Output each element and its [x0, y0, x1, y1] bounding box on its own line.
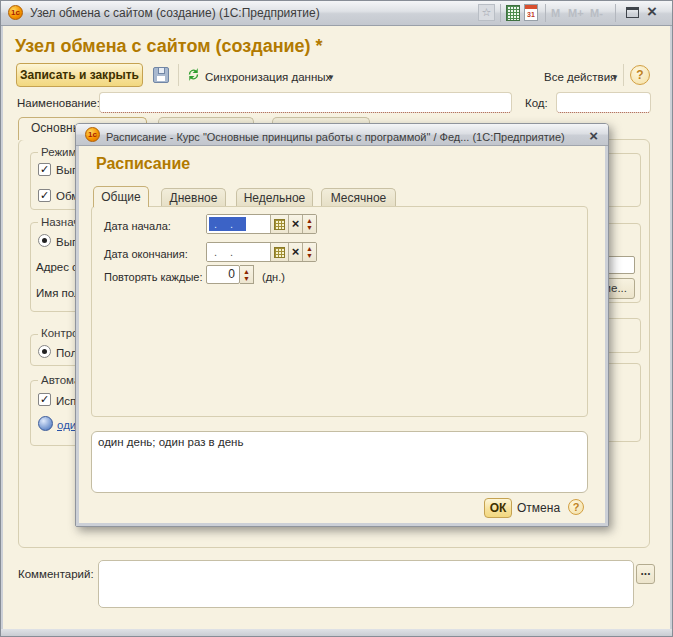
- schedule-hint-box[interactable]: один день; один раз в день: [91, 431, 588, 493]
- schedule-dialog: 1c Расписание - Курс "Основные принципы …: [75, 123, 609, 527]
- schedule-globe-icon: [38, 416, 53, 431]
- radio-full[interactable]: [38, 345, 51, 358]
- sync-icon: [186, 67, 201, 82]
- app-icon: 1c: [8, 5, 23, 20]
- end-date-field: . . × ▲▼: [206, 242, 317, 262]
- memory-plus-button[interactable]: M+: [568, 6, 584, 20]
- favorites-icon[interactable]: ☆: [478, 4, 495, 21]
- spin-down-icon: ▼: [306, 252, 313, 259]
- comment-more-button[interactable]: ...: [636, 564, 655, 584]
- cancel-button[interactable]: Отмена: [517, 501, 560, 515]
- schedule-hint-text: один день; один раз в день: [98, 436, 243, 448]
- dialog-heading: Расписание: [96, 155, 190, 173]
- start-date-spinner[interactable]: ▲▼: [302, 215, 316, 233]
- titlebar-separator: [545, 4, 546, 22]
- comment-input[interactable]: [98, 560, 634, 608]
- toolbar-separator: [178, 64, 179, 86]
- window-frame-left: [0, 26, 3, 637]
- spin-up-icon: ▲: [306, 245, 313, 252]
- start-date-field: . . × ▲▼: [206, 214, 317, 234]
- save-icon-shutter: [158, 68, 165, 74]
- spin-up-icon: ▲: [243, 268, 250, 275]
- end-date-label: Дата окончания:: [104, 248, 188, 261]
- clear-icon: ×: [292, 218, 300, 230]
- repeat-label: Повторять каждые:: [104, 271, 202, 284]
- dialog-tab-dnevnoe[interactable]: Дневное: [161, 188, 226, 207]
- dialog-tab-page: [91, 206, 588, 417]
- main-help-button[interactable]: ?: [630, 65, 650, 85]
- radio-full-dot: [42, 349, 47, 354]
- calendar-icon-bar: [525, 5, 537, 9]
- all-actions-button[interactable]: Все действия: [544, 70, 616, 84]
- dialog-help-button[interactable]: ?: [568, 499, 584, 515]
- ok-button[interactable]: ОК: [484, 498, 512, 518]
- spin-up-icon: ▲: [306, 217, 313, 224]
- start-date-input[interactable]: . .: [207, 215, 270, 233]
- end-date-spinner[interactable]: ▲▼: [302, 243, 316, 261]
- maximize-button[interactable]: [626, 7, 639, 18]
- spin-down-icon: ▼: [306, 224, 313, 231]
- window-frame-bottom: [0, 629, 673, 637]
- repeat-input[interactable]: 0: [206, 265, 240, 284]
- titlebar-separator: [615, 4, 616, 22]
- main-window-title: Узел обмена с сайтом (создание) (1С:Пред…: [30, 5, 320, 21]
- all-actions-caret-icon: ▼: [611, 73, 619, 83]
- checkbox-use[interactable]: ✓: [38, 393, 51, 406]
- titlebar-separator: [500, 4, 501, 22]
- radio-upload[interactable]: [38, 234, 51, 247]
- end-date-picker-button[interactable]: [270, 243, 288, 261]
- sync-caret-icon: ▼: [327, 73, 335, 83]
- close-button[interactable]: ×: [647, 4, 657, 19]
- dialog-title: Расписание - Курс "Основные принципы раб…: [106, 129, 586, 145]
- dialog-titlebar: 1c Расписание - Курс "Основные принципы …: [76, 124, 608, 146]
- name-label: Наименование:: [17, 96, 100, 110]
- page-title: Узел обмена с сайтом (создание) *: [15, 36, 323, 57]
- name-input[interactable]: [99, 92, 512, 113]
- start-date-selection: . .: [209, 217, 246, 231]
- group-mode-label: Режим: [38, 146, 79, 159]
- main-titlebar: 1c Узел обмена с сайтом (создание) (1С:П…: [0, 0, 673, 26]
- end-date-input[interactable]: . .: [207, 243, 270, 261]
- checkbox-upload[interactable]: ✓: [38, 163, 51, 176]
- end-date-clear-button[interactable]: ×: [288, 243, 302, 261]
- save-and-close-button[interactable]: Записать и закрыть: [16, 63, 143, 87]
- dialog-tab-obschie[interactable]: Общие: [93, 186, 149, 207]
- memory-minus-button[interactable]: M-: [590, 6, 603, 20]
- repeat-spinner[interactable]: ▲▼: [240, 265, 254, 284]
- memory-recall-button[interactable]: M: [551, 6, 560, 20]
- code-label: Код:: [525, 96, 548, 110]
- clear-icon: ×: [292, 246, 300, 258]
- checkbox-exchange[interactable]: ✓: [38, 189, 51, 202]
- dialog-close-button[interactable]: ×: [589, 128, 598, 143]
- spin-down-icon: ▼: [243, 275, 250, 282]
- dialog-app-icon: 1c: [85, 127, 100, 142]
- toolbar-separator: [623, 64, 624, 86]
- code-input[interactable]: [556, 92, 651, 113]
- radio-upload-dot: [42, 238, 47, 243]
- repeat-unit-label: (дн.): [262, 271, 285, 284]
- sync-menu-button[interactable]: Синхронизация данных: [205, 70, 331, 84]
- calculator-icon[interactable]: [506, 5, 520, 21]
- save-icon-label: [157, 76, 165, 81]
- dialog-tab-mesyachnoe[interactable]: Месячное: [321, 188, 396, 207]
- save-icon[interactable]: [153, 67, 169, 83]
- start-date-label: Дата начала:: [104, 220, 171, 233]
- date-picker-icon: [274, 247, 285, 258]
- dialog-tab-nedelnoe[interactable]: Недельное: [236, 188, 313, 207]
- calendar-icon[interactable]: 31: [524, 4, 538, 21]
- start-date-clear-button[interactable]: ×: [288, 215, 302, 233]
- start-date-picker-button[interactable]: [270, 215, 288, 233]
- calendar-icon-day: 31: [525, 10, 537, 19]
- comment-label: Комментарий:: [18, 567, 94, 581]
- date-picker-icon: [274, 219, 285, 230]
